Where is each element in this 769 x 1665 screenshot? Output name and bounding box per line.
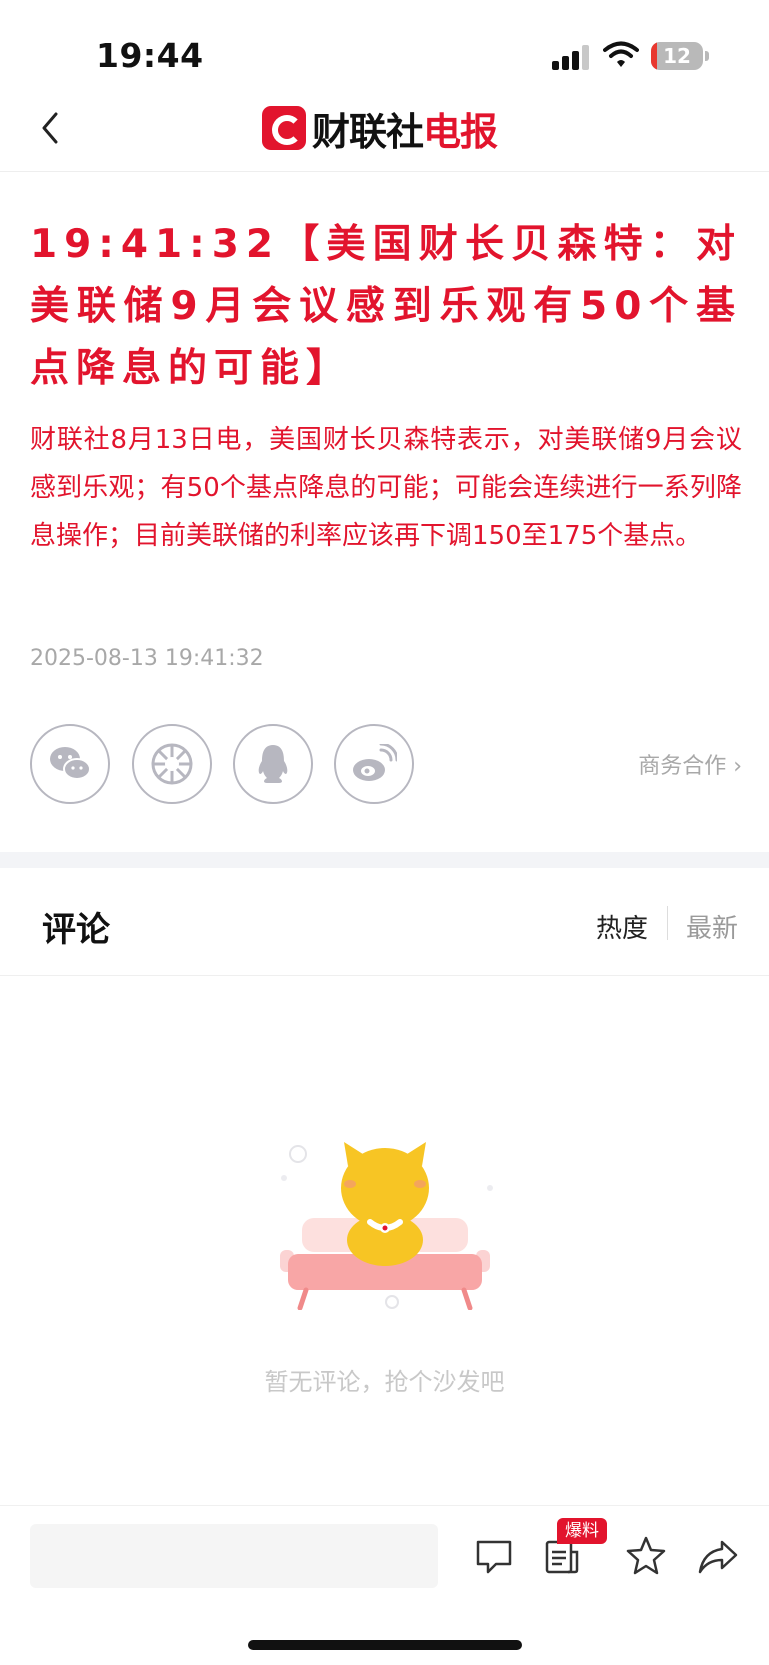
share-wechat-button[interactable] bbox=[30, 724, 110, 804]
logo-text: 财联社电报 bbox=[312, 109, 498, 154]
home-indicator bbox=[248, 1640, 522, 1650]
weibo-icon bbox=[353, 744, 397, 781]
share-moments-button[interactable] bbox=[132, 724, 212, 804]
business-cooperation-link[interactable]: 商务合作 › bbox=[638, 748, 742, 780]
share-weibo-button[interactable] bbox=[334, 724, 414, 804]
comment-icon[interactable] bbox=[472, 1534, 516, 1578]
comments-title: 评论 bbox=[42, 910, 110, 950]
battery-level: 12 bbox=[663, 44, 691, 68]
empty-comments-text: 暂无评论，抢个沙发吧 bbox=[264, 1368, 505, 1396]
favorite-star-icon[interactable] bbox=[624, 1534, 668, 1578]
cellular-signal-icon bbox=[552, 44, 590, 70]
bottom-action-bar: 爆料 bbox=[0, 1505, 769, 1665]
wifi-icon bbox=[603, 41, 639, 67]
comments-header: 评论 热度 最新 bbox=[0, 868, 769, 976]
battery-icon: 12 bbox=[651, 42, 703, 70]
logo-c-icon bbox=[262, 106, 306, 150]
empty-comments-illustration bbox=[280, 1142, 493, 1310]
share-arrow-icon[interactable] bbox=[696, 1534, 740, 1578]
article-date: 2025-08-13 19:41:32 bbox=[30, 646, 264, 671]
tip-badge[interactable]: 爆料 bbox=[557, 1518, 607, 1544]
wechat-icon bbox=[50, 747, 91, 780]
share-row: 商务合作 › bbox=[30, 724, 742, 806]
back-arrow-icon[interactable] bbox=[30, 106, 74, 150]
nav-bar: 财联社电报 bbox=[0, 92, 769, 172]
status-time: 19:44 bbox=[96, 36, 204, 75]
article-headline: 19:41:32【美国财长贝森特：对美联储9月会议感到乐观有50个基点降息的可能… bbox=[30, 222, 742, 391]
section-divider bbox=[0, 852, 769, 868]
share-qq-button[interactable] bbox=[233, 724, 313, 804]
status-bar: 19:44 12 bbox=[0, 0, 769, 92]
qq-icon bbox=[258, 745, 288, 783]
moments-icon bbox=[151, 743, 193, 785]
sort-by-hot-tab[interactable]: 热度 bbox=[596, 908, 648, 945]
comment-input[interactable] bbox=[30, 1524, 438, 1588]
app-logo: 财联社电报 bbox=[262, 104, 498, 154]
sort-separator bbox=[667, 906, 668, 940]
article-body: 财联社8月13日电，美国财长贝森特表示，对美联储9月会议感到乐观；有50个基点降… bbox=[30, 425, 742, 551]
sort-by-newest-tab[interactable]: 最新 bbox=[686, 908, 738, 945]
